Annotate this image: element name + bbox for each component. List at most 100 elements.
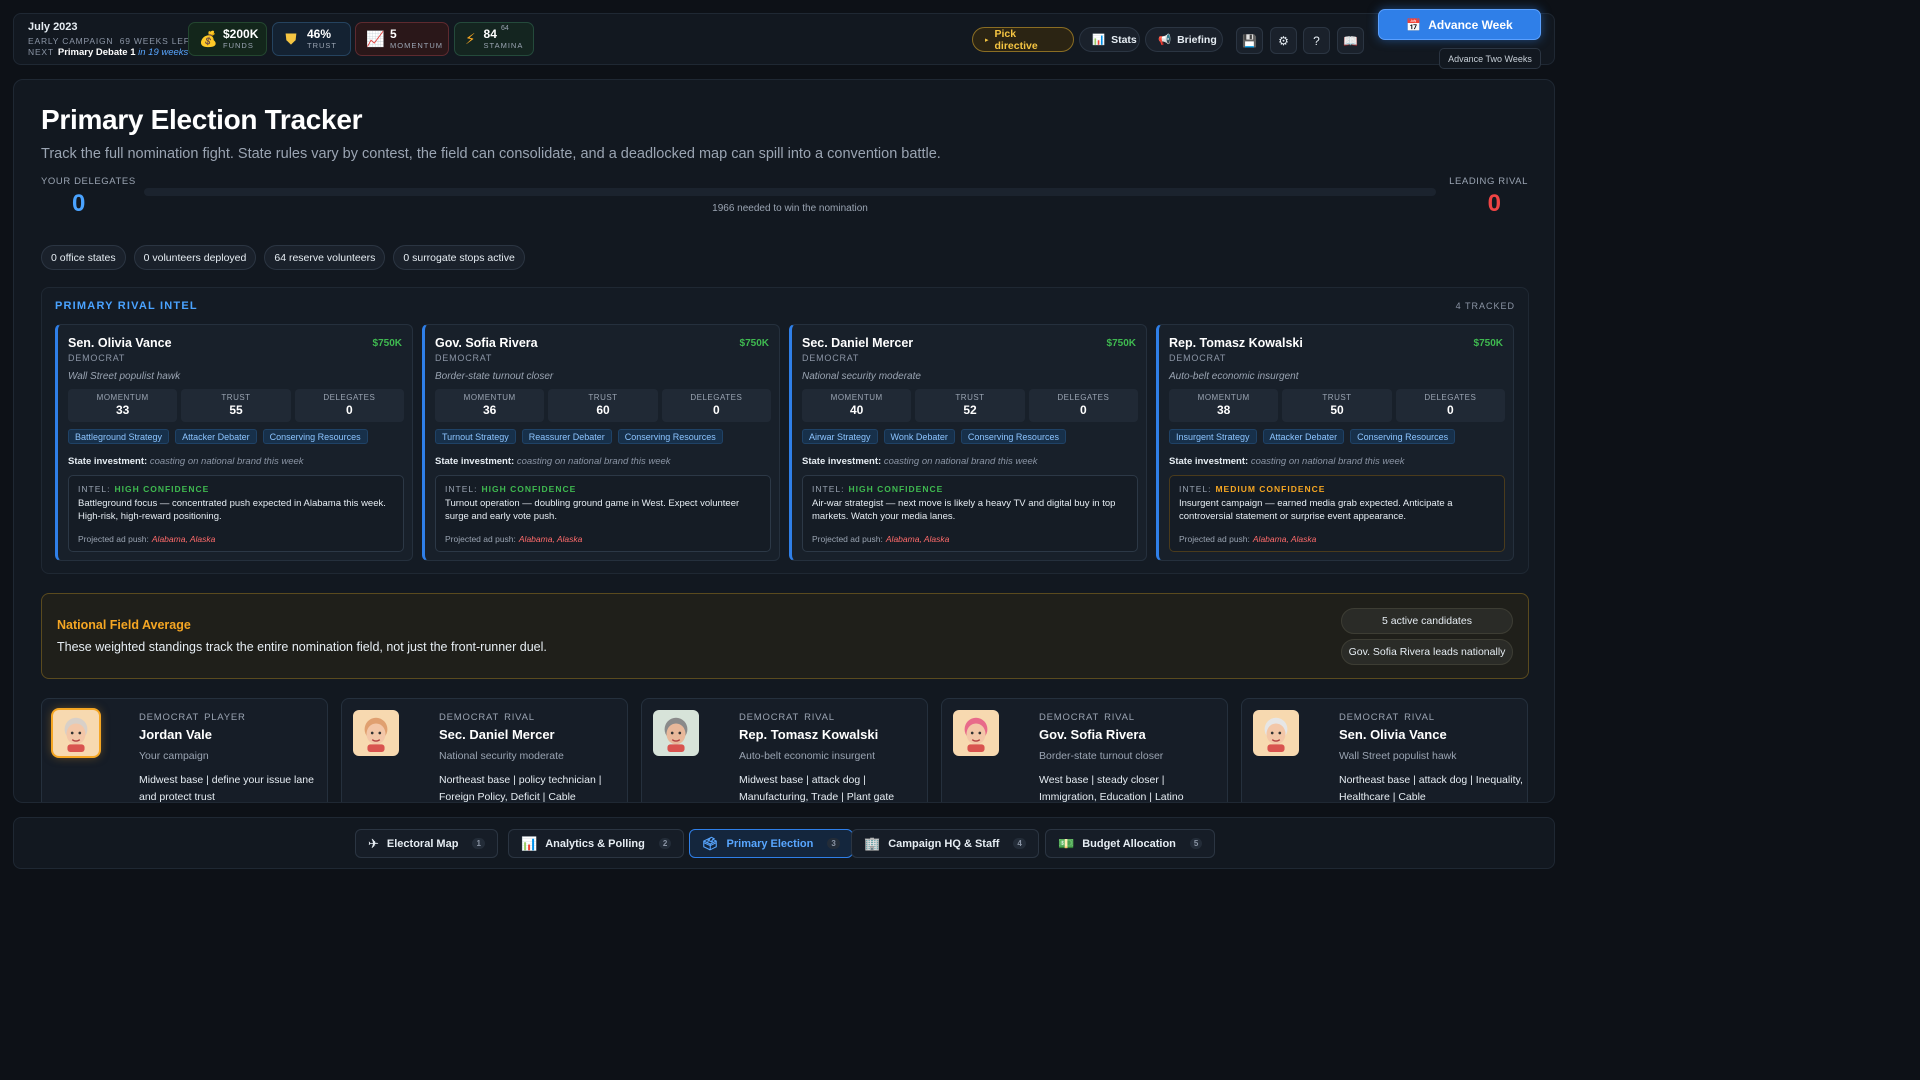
intel-box: INTEL: HIGH CONFIDENCE Turnout operation …: [435, 475, 771, 552]
ad-push-states: Alabama, Alaska: [518, 534, 583, 544]
metric-label: DELEGATES: [1057, 393, 1110, 402]
rival-funds: $750K: [739, 338, 769, 349]
tab-shortcut: 4: [1013, 838, 1026, 849]
next-label: NEXT: [28, 47, 54, 58]
trust-stat: ⛊ 46% TRUST: [272, 22, 351, 56]
tab-campaign-hq[interactable]: 🏢 Campaign HQ & Staff 4: [851, 829, 1039, 858]
avatar: [353, 710, 399, 756]
metric-label: MOMENTUM: [463, 393, 516, 402]
state-investment-value: coasting on national brand this week: [1250, 456, 1405, 467]
rival-party: DEMOCRAT: [435, 353, 493, 363]
resource-tag: Conserving Resources: [960, 429, 1066, 444]
debater-tag: Reassurer Debater: [521, 429, 612, 444]
candidate-role: RIVAL: [504, 712, 535, 723]
advance-week-button[interactable]: 📅 Advance Week: [1378, 9, 1541, 40]
candidate-desc: Wall Street populist hawk: [1339, 750, 1457, 762]
pick-directive-button[interactable]: ▸ Pick directive: [972, 27, 1074, 52]
strategy-tag: Insurgent Strategy: [1169, 429, 1257, 444]
pick-directive-label: Pick directive: [994, 27, 1038, 52]
weeks-left: 69 WEEKS LEFT: [119, 36, 196, 47]
rival-trust: TRUST 50: [1282, 389, 1392, 422]
candidate-name: Jordan Vale: [139, 727, 212, 742]
national-field-panel: National Field Average These weighted st…: [41, 593, 1529, 679]
stamina-badge: 64: [501, 25, 509, 32]
metric-value: 36: [482, 403, 497, 417]
candidate-role: RIVAL: [1404, 712, 1435, 723]
ad-push-states: Alabama, Alaska: [1252, 534, 1317, 544]
candidate-bio: Midwest base | define your issue lane an…: [139, 774, 314, 803]
next-when: in 19 weeks: [138, 47, 189, 59]
confidence-badge: HIGH CONFIDENCE: [114, 484, 210, 494]
rival-name: Sen. Olivia Vance: [68, 336, 172, 350]
state-investment-value: coasting on national brand this week: [149, 456, 304, 467]
stats-label: Stats: [1111, 33, 1137, 46]
avatar: [953, 710, 999, 756]
intel-text: Battleground focus — concentrated push e…: [78, 498, 386, 522]
rival-momentum: MOMENTUM 38: [1169, 389, 1279, 422]
metric-label: TRUST: [1322, 393, 1352, 402]
calendar-icon: 📅: [1406, 17, 1422, 32]
candidate-bio: Northeast base | policy technician | For…: [439, 774, 602, 803]
candidate-card[interactable]: DEMOCRAT RIVAL Sen. Olivia Vance Wall Str…: [1241, 698, 1528, 803]
stats-button[interactable]: 📊 Stats: [1079, 27, 1140, 52]
rival-funds: $750K: [1106, 338, 1136, 349]
chip-volunteers: 0 volunteers deployed: [133, 245, 257, 270]
guide-button[interactable]: 📖: [1337, 27, 1364, 54]
debater-tag: Attacker Debater: [175, 429, 257, 444]
rival-card[interactable]: Sen. Olivia Vance $750K DEMOCRAT Wall St…: [55, 324, 413, 561]
candidate-party: DEMOCRAT: [139, 712, 200, 723]
rival-card[interactable]: Sec. Daniel Mercer $750K DEMOCRAT Nation…: [789, 324, 1147, 561]
trust-label: TRUST: [307, 41, 337, 50]
tab-electoral-map[interactable]: ✈ Electoral Map 1: [355, 829, 498, 858]
momentum-value: 5: [390, 27, 397, 41]
briefing-button[interactable]: 📢 Briefing: [1145, 27, 1223, 52]
advance-two-weeks-button[interactable]: Advance Two Weeks: [1439, 48, 1541, 69]
rival-momentum: MOMENTUM 36: [435, 389, 545, 422]
candidate-party: DEMOCRAT: [439, 712, 500, 723]
avatar: [653, 710, 699, 756]
candidate-card[interactable]: DEMOCRAT RIVAL Rep. Tomasz Kowalski Auto-…: [641, 698, 928, 802]
rival-card[interactable]: Rep. Tomasz Kowalski $750K DEMOCRAT Auto…: [1156, 324, 1514, 561]
intel-box: INTEL: MEDIUM CONFIDENCE Insurgent campai…: [1169, 475, 1505, 552]
strategy-tag: Airwar Strategy: [802, 429, 878, 444]
metric-value: 60: [596, 403, 610, 417]
rival-card[interactable]: Gov. Sofia Rivera $750K DEMOCRAT Border-…: [422, 324, 780, 561]
state-investment-value: coasting on national brand this week: [516, 456, 671, 467]
stats-icon: 📊: [1092, 34, 1106, 46]
help-button[interactable]: ?: [1303, 27, 1330, 54]
candidate-party: DEMOCRAT: [1339, 712, 1400, 723]
page-subtitle: Track the full nomination fight. State r…: [41, 146, 941, 162]
national-subtitle: These weighted standings track the entir…: [57, 640, 547, 654]
tab-label: Electoral Map: [386, 837, 459, 850]
rival-delegates: DELEGATES 0: [294, 389, 404, 422]
airplane-icon: ✈: [368, 835, 379, 851]
metric-value: 50: [1330, 403, 1344, 417]
progress-note: 1966 needed to win the nomination: [712, 203, 868, 214]
rival-delegates: DELEGATES 0: [1395, 389, 1505, 422]
candidate-card[interactable]: DEMOCRAT RIVAL Sec. Daniel Mercer Nationa…: [341, 698, 628, 803]
settings-button[interactable]: ⚙: [1270, 27, 1297, 54]
candidate-name: Sec. Daniel Mercer: [439, 727, 555, 742]
tab-budget[interactable]: 💵 Budget Allocation 5: [1045, 829, 1216, 858]
your-delegates-label: YOUR DELEGATES: [41, 176, 136, 187]
tab-analytics[interactable]: 📊 Analytics & Polling 2: [508, 829, 685, 858]
funds-value: $200K: [223, 27, 259, 41]
intel-count: 4 TRACKED: [1455, 301, 1515, 311]
campaign-phase: EARLY CAMPAIGN: [28, 36, 114, 47]
candidate-card[interactable]: DEMOCRAT RIVAL Gov. Sofia Rivera Border-s…: [941, 698, 1228, 802]
help-icon: ?: [1313, 33, 1320, 48]
national-title: National Field Average: [57, 618, 191, 632]
debater-tag: Attacker Debater: [1262, 429, 1345, 444]
intel-box: INTEL: HIGH CONFIDENCE Battleground focus…: [68, 475, 404, 552]
metric-value: 40: [849, 403, 864, 417]
metric-label: DELEGATES: [1424, 393, 1477, 402]
ad-push-label: Projected ad push:: [1179, 534, 1250, 544]
stamina-label: STAMINA: [483, 41, 524, 50]
trust-value: 46%: [307, 27, 332, 41]
confidence-badge: MEDIUM CONFIDENCE: [1215, 484, 1326, 494]
tab-primary-election[interactable]: 🗳 Primary Election 3: [689, 829, 853, 858]
intel-heading: PRIMARY RIVAL INTEL: [55, 300, 198, 312]
candidate-card[interactable]: DEMOCRAT PLAYER Jordan Vale Your campaign…: [41, 698, 328, 803]
save-button[interactable]: 💾: [1236, 27, 1263, 54]
candidate-bio: Northeast base | attack dog | Inequality…: [1339, 774, 1523, 803]
